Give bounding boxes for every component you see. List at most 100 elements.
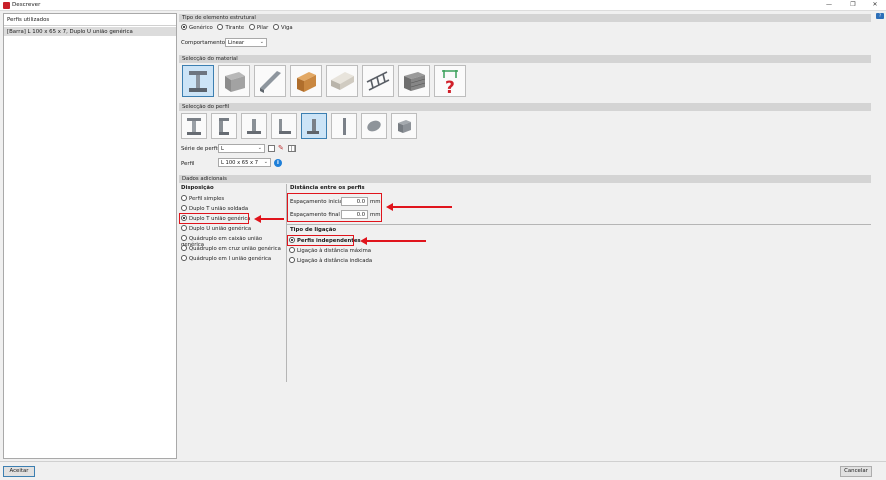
- profile-angle-button[interactable]: [301, 113, 327, 139]
- radio-connection-1[interactable]: Ligação à distância máxima: [289, 247, 409, 257]
- title-bar: Descrever — ❐ ✕: [0, 0, 886, 11]
- highlight-disposition: [179, 213, 249, 224]
- concrete-beam-icon: [225, 72, 245, 92]
- radio-disposition-5[interactable]: Quádruplo em cruz união genérica: [181, 245, 286, 255]
- divider: [287, 224, 871, 225]
- radio-label: Duplo T união soldada: [189, 206, 249, 212]
- accept-button[interactable]: Aceitar: [3, 466, 35, 477]
- material-header: Selecção do material: [179, 55, 871, 63]
- disposition-options: Perfil simples Duplo T união soldada Dup…: [181, 195, 286, 265]
- connection-label: Tipo de ligação: [290, 227, 337, 233]
- generic-material-icon: ?: [442, 70, 458, 98]
- radio-icon: [289, 247, 295, 253]
- behaviour-value: Linear: [228, 40, 245, 46]
- c-profile-icon: [219, 118, 229, 135]
- profile-rect-tube-button[interactable]: [391, 113, 417, 139]
- profile-l-button[interactable]: [271, 113, 297, 139]
- profile-value: L 100 x 65 x 7: [221, 160, 259, 166]
- radio-label: Ligação à distância máxima: [297, 248, 372, 254]
- radio-tie[interactable]: Tirante: [217, 24, 245, 31]
- material-steel-button[interactable]: [182, 65, 214, 97]
- radio-icon: [181, 245, 187, 251]
- radio-label: Genérico: [189, 25, 213, 31]
- highlight-connection: [287, 235, 354, 246]
- radio-label: Ligação à distância indicada: [297, 258, 373, 264]
- help-icon[interactable]: ?: [876, 13, 884, 19]
- series-value: L: [221, 146, 224, 152]
- profile-header: Selecção do perfil: [179, 103, 871, 111]
- radio-generic[interactable]: Genérico: [181, 24, 213, 31]
- profile-c-button[interactable]: [211, 113, 237, 139]
- profile-select[interactable]: L 100 x 65 x 7 ⌄: [218, 158, 271, 167]
- radio-disposition-3[interactable]: Duplo U união genérica: [181, 225, 286, 235]
- additional-data-header: Dados adicionais: [179, 175, 871, 183]
- radio-icon: [248, 24, 255, 30]
- profile-label: Perfil: [181, 161, 195, 167]
- table-icon[interactable]: [288, 145, 296, 152]
- arrow-disposition-icon: [254, 214, 284, 224]
- behaviour-select[interactable]: Linear ⌄: [225, 38, 267, 47]
- info-icon[interactable]: i: [274, 159, 282, 167]
- radio-label: Quádruplo em I união genérica: [189, 256, 272, 262]
- chevron-down-icon: ⌄: [257, 145, 262, 151]
- radio-label: Viga: [280, 25, 293, 31]
- round-tube-icon: [367, 120, 381, 132]
- radio-label: Duplo U união genérica: [189, 226, 252, 232]
- chevron-down-icon: ⌄: [259, 39, 264, 45]
- material-masonry-button[interactable]: [398, 65, 430, 97]
- radio-disposition-0[interactable]: Perfil simples: [181, 195, 286, 205]
- material-generic-button[interactable]: ?: [434, 65, 466, 98]
- t-profile-icon: [247, 119, 261, 134]
- new-series-icon[interactable]: [268, 145, 275, 152]
- radio-label: Tirante: [225, 25, 245, 31]
- cancel-button[interactable]: Cancelar: [840, 466, 872, 477]
- minimize-button[interactable]: —: [818, 0, 840, 11]
- highlight-distance: [287, 193, 382, 222]
- material-truss-button[interactable]: [362, 65, 394, 97]
- radio-disposition-6[interactable]: Quádruplo em I união genérica: [181, 255, 286, 265]
- steel-truss-icon: [366, 71, 390, 91]
- close-button[interactable]: ✕: [864, 0, 886, 11]
- radio-beam[interactable]: Viga: [272, 24, 293, 31]
- rect-tube-icon: [398, 120, 411, 133]
- timber-beam-icon: [297, 72, 316, 92]
- distance-label: Distância entre os perfis: [290, 185, 365, 191]
- radio-column[interactable]: Pilar: [248, 24, 268, 31]
- aluminium-icon: [331, 72, 354, 90]
- edit-icon[interactable]: ✎: [278, 144, 284, 152]
- radio-icon: [217, 24, 224, 30]
- radio-icon: [181, 255, 187, 261]
- l-profile-icon: [279, 119, 291, 134]
- radio-connection-2[interactable]: Ligação à distância indicada: [289, 257, 409, 267]
- profile-i-button[interactable]: [181, 113, 207, 139]
- svg-text:?: ?: [445, 78, 455, 96]
- element-type-header: Tipo de elemento estrutural: [179, 14, 871, 22]
- profile-round-tube-button[interactable]: [361, 113, 387, 139]
- plate-profile-icon: [343, 118, 346, 135]
- radio-icon: [181, 24, 187, 30]
- arrow-connection-icon: [360, 236, 426, 246]
- element-type-options: Genérico Tirante Pilar Viga: [181, 24, 293, 31]
- i-profile-icon: [187, 118, 201, 135]
- disposition-label: Disposição: [181, 185, 214, 191]
- material-aluminium-button[interactable]: [326, 65, 358, 97]
- radio-icon: [272, 24, 279, 30]
- list-item[interactable]: [Barra] L 100 x 65 x 7, Duplo U união ge…: [4, 27, 176, 36]
- angle-profile-icon: [307, 119, 319, 134]
- chevron-down-icon: ⌄: [263, 159, 268, 165]
- material-timber-button[interactable]: [290, 65, 322, 97]
- radio-icon: [181, 205, 187, 211]
- radio-disposition-4[interactable]: Quádruplo em caixão união genérica: [181, 235, 286, 248]
- profile-plate-button[interactable]: [331, 113, 357, 139]
- profiles-used-panel: Perfis utilizados [Barra] L 100 x 65 x 7…: [3, 13, 177, 459]
- profile-t-button[interactable]: [241, 113, 267, 139]
- material-concrete-button[interactable]: [218, 65, 250, 97]
- app-icon: [3, 2, 10, 9]
- masonry-icon: [404, 72, 426, 91]
- material-cold-formed-button[interactable]: [254, 65, 286, 97]
- arrow-distance-icon: [386, 202, 452, 212]
- series-select[interactable]: L ⌄: [218, 144, 265, 153]
- profiles-used-header: Perfis utilizados: [4, 14, 176, 26]
- maximize-button[interactable]: ❐: [842, 0, 864, 11]
- behaviour-label: Comportamento: [181, 40, 226, 46]
